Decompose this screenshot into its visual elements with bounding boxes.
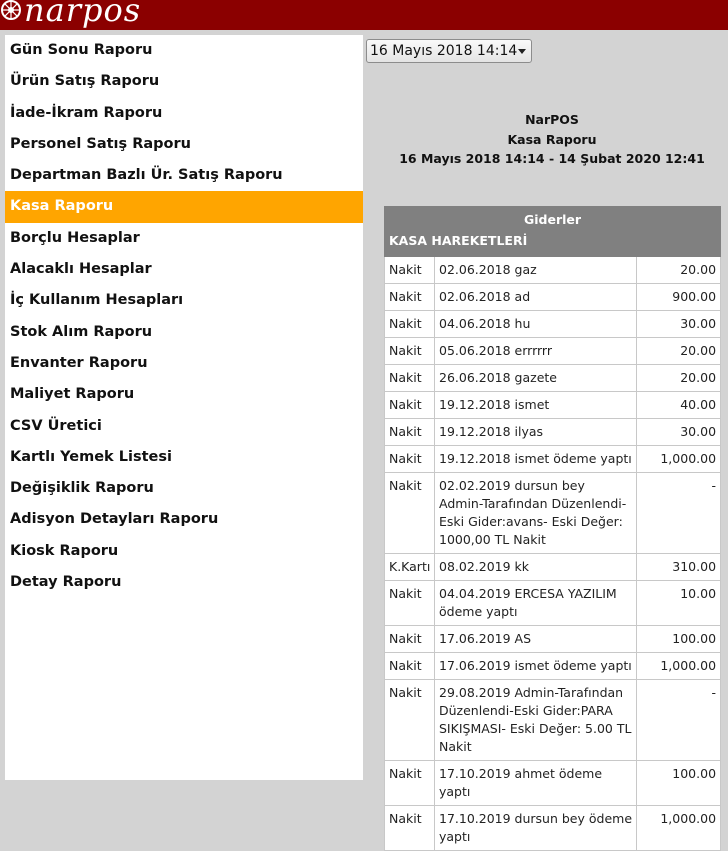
company-name: NarPOS xyxy=(525,112,579,127)
description-cell: 17.06.2019 ismet ödeme yaptı xyxy=(434,652,637,680)
payment-type-cell: Nakit xyxy=(384,391,435,419)
table-row: Nakit 04.06.2018 hu 30.00 xyxy=(384,310,722,338)
amount-cell: 100.00 xyxy=(635,625,722,653)
amount-cell: 20.00 xyxy=(635,256,722,284)
amount-cell: 10.00 xyxy=(635,580,722,626)
description-cell: 05.06.2018 errrrrr xyxy=(434,337,637,365)
table-row: Nakit 04.04.2019 ERCESA YAZILIM ödeme yap… xyxy=(384,580,722,626)
sidebar-item[interactable]: Envanter Raporu xyxy=(5,348,363,379)
amount-cell: 30.00 xyxy=(635,310,722,338)
table-row: Nakit 19.12.2018 ismet ödeme yaptı 1,000.0… xyxy=(384,445,722,473)
amount-cell: 40.00 xyxy=(635,391,722,419)
table-row: Nakit 02.06.2018 ad 900.00 xyxy=(384,283,722,311)
narpos-logo-icon xyxy=(1,0,21,20)
description-cell: 02.06.2018 gaz xyxy=(434,256,637,284)
sidebar-item[interactable]: CSV Üretici xyxy=(5,411,363,442)
amount-cell: 20.00 xyxy=(635,364,722,392)
chevron-down-icon xyxy=(518,49,526,54)
sidebar-item[interactable]: Adisyon Detayları Raporu xyxy=(5,504,363,535)
amount-cell: 1,000.00 xyxy=(635,652,722,680)
payment-type-cell: K.Kartı xyxy=(384,553,435,581)
table-row: Nakit 17.10.2019 ahmet ödeme yaptı 100.00 xyxy=(384,760,722,806)
amount-cell: 1,000.00 xyxy=(635,445,722,473)
description-cell: 17.06.2019 AS xyxy=(434,625,637,653)
payment-type-cell: Nakit xyxy=(384,364,435,392)
table-row: Nakit 02.06.2018 gaz 20.00 xyxy=(384,256,722,284)
sidebar-item[interactable]: Personel Satış Raporu xyxy=(5,129,363,160)
payment-type-cell: Nakit xyxy=(384,310,435,338)
description-cell: 19.12.2018 ismet ödeme yaptı xyxy=(434,445,637,473)
sidebar-item[interactable]: Değişiklik Raporu xyxy=(5,473,363,504)
payment-type-cell: Nakit xyxy=(384,337,435,365)
table-row: Nakit 26.06.2018 gazete 20.00 xyxy=(384,364,722,392)
table-row: Nakit 17.06.2019 ismet ödeme yaptı 1,000.0… xyxy=(384,652,722,680)
description-cell: 08.02.2019 kk xyxy=(434,553,637,581)
payment-type-cell: Nakit xyxy=(384,625,435,653)
description-cell: 17.10.2019 dursun bey ödeme yaptı xyxy=(434,805,637,851)
expenses-table: Giderler KASA HAREKETLERİ Nakit 02.06.201… xyxy=(383,206,722,851)
description-cell: 19.12.2018 ilyas xyxy=(434,418,637,446)
amount-cell: 900.00 xyxy=(635,283,722,311)
sidebar-item[interactable]: Detay Raporu xyxy=(5,567,363,598)
report-date-range: 16 Mayıs 2018 14:14 - 14 Şubat 2020 12:4… xyxy=(399,151,705,166)
payment-type-cell: Nakit xyxy=(384,256,435,284)
payment-type-cell: Nakit xyxy=(384,445,435,473)
sidebar-item[interactable]: Borçlu Hesaplar xyxy=(5,223,363,254)
amount-cell: 310.00 xyxy=(635,553,722,581)
sidebar-item[interactable]: Stok Alım Raporu xyxy=(5,317,363,348)
sidebar-item[interactable]: Ürün Satış Raporu xyxy=(5,66,363,97)
date-range-select[interactable]: 16 Mayıs 2018 14:14 xyxy=(366,39,532,63)
report-menu: Gün Sonu Raporu Ürün Satış Raporu İade-İkr… xyxy=(5,35,363,780)
sidebar-item[interactable]: Maliyet Raporu xyxy=(5,379,363,410)
description-cell: 02.02.2019 dursun bey Admin-Tarafından D… xyxy=(434,472,637,554)
payment-type-cell: Nakit xyxy=(384,283,435,311)
amount-cell: 20.00 xyxy=(635,337,722,365)
table-row: Nakit 17.06.2019 AS 100.00 xyxy=(384,625,722,653)
amount-cell: 1,000.00 xyxy=(635,805,722,851)
table-row: Nakit 17.10.2019 dursun bey ödeme yaptı 1,… xyxy=(384,805,722,851)
sidebar-item[interactable]: Kartlı Yemek Listesi xyxy=(5,442,363,473)
sidebar-item[interactable]: Gün Sonu Raporu xyxy=(5,35,363,66)
description-cell: 17.10.2019 ahmet ödeme yaptı xyxy=(434,760,637,806)
payment-type-cell: Nakit xyxy=(384,580,435,626)
description-cell: 29.08.2019 Admin-Tarafından Düzenlendi-E… xyxy=(434,679,637,761)
table-row: Nakit 19.12.2018 ismet 40.00 xyxy=(384,391,722,419)
sidebar-item[interactable]: Departman Bazlı Ür. Satış Raporu xyxy=(5,160,363,191)
date-range-select-value: 16 Mayıs 2018 14:14 xyxy=(370,43,518,59)
amount-cell: - xyxy=(635,679,722,761)
payment-type-cell: Nakit xyxy=(384,418,435,446)
amount-cell: - xyxy=(635,472,722,554)
sidebar-item[interactable]: Kasa Raporu xyxy=(5,191,363,223)
description-cell: 19.12.2018 ismet xyxy=(434,391,637,419)
payment-type-cell: Nakit xyxy=(384,652,435,680)
description-cell: 04.06.2018 hu xyxy=(434,310,637,338)
amount-cell: 30.00 xyxy=(635,418,722,446)
payment-type-cell: Nakit xyxy=(384,760,435,806)
report-header: NarPOS Kasa Raporu 16 Mayıs 2018 14:14 -… xyxy=(384,110,720,169)
table-row: Nakit 29.08.2019 Admin-Tarafından Düzenle… xyxy=(384,679,722,761)
description-cell: 26.06.2018 gazete xyxy=(434,364,637,392)
expenses-table-header: Giderler xyxy=(383,206,722,232)
payment-type-cell: Nakit xyxy=(384,805,435,851)
sidebar-item[interactable]: Kiosk Raporu xyxy=(5,536,363,567)
logo-text: narpos xyxy=(24,0,142,29)
sidebar-item[interactable]: Alacaklı Hesaplar xyxy=(5,254,363,285)
table-row: Nakit 19.12.2018 ilyas 30.00 xyxy=(384,418,722,446)
section-header: KASA HAREKETLERİ xyxy=(383,231,722,257)
sidebar-item[interactable]: İade-İkram Raporu xyxy=(5,98,363,129)
top-bar: narpos xyxy=(0,0,728,30)
table-row: Nakit 05.06.2018 errrrrr 20.00 xyxy=(384,337,722,365)
payment-type-cell: Nakit xyxy=(384,679,435,761)
description-cell: 04.04.2019 ERCESA YAZILIM ödeme yaptı xyxy=(434,580,637,626)
amount-cell: 100.00 xyxy=(635,760,722,806)
table-row: K.Kartı 08.02.2019 kk 310.00 xyxy=(384,553,722,581)
sidebar-item[interactable]: İç Kullanım Hesapları xyxy=(5,285,363,316)
logo[interactable]: narpos xyxy=(0,0,141,26)
table-row: Nakit 02.02.2019 dursun bey Admin-Tarafın… xyxy=(384,472,722,554)
payment-type-cell: Nakit xyxy=(384,472,435,554)
description-cell: 02.06.2018 ad xyxy=(434,283,637,311)
report-title: Kasa Raporu xyxy=(507,131,597,147)
